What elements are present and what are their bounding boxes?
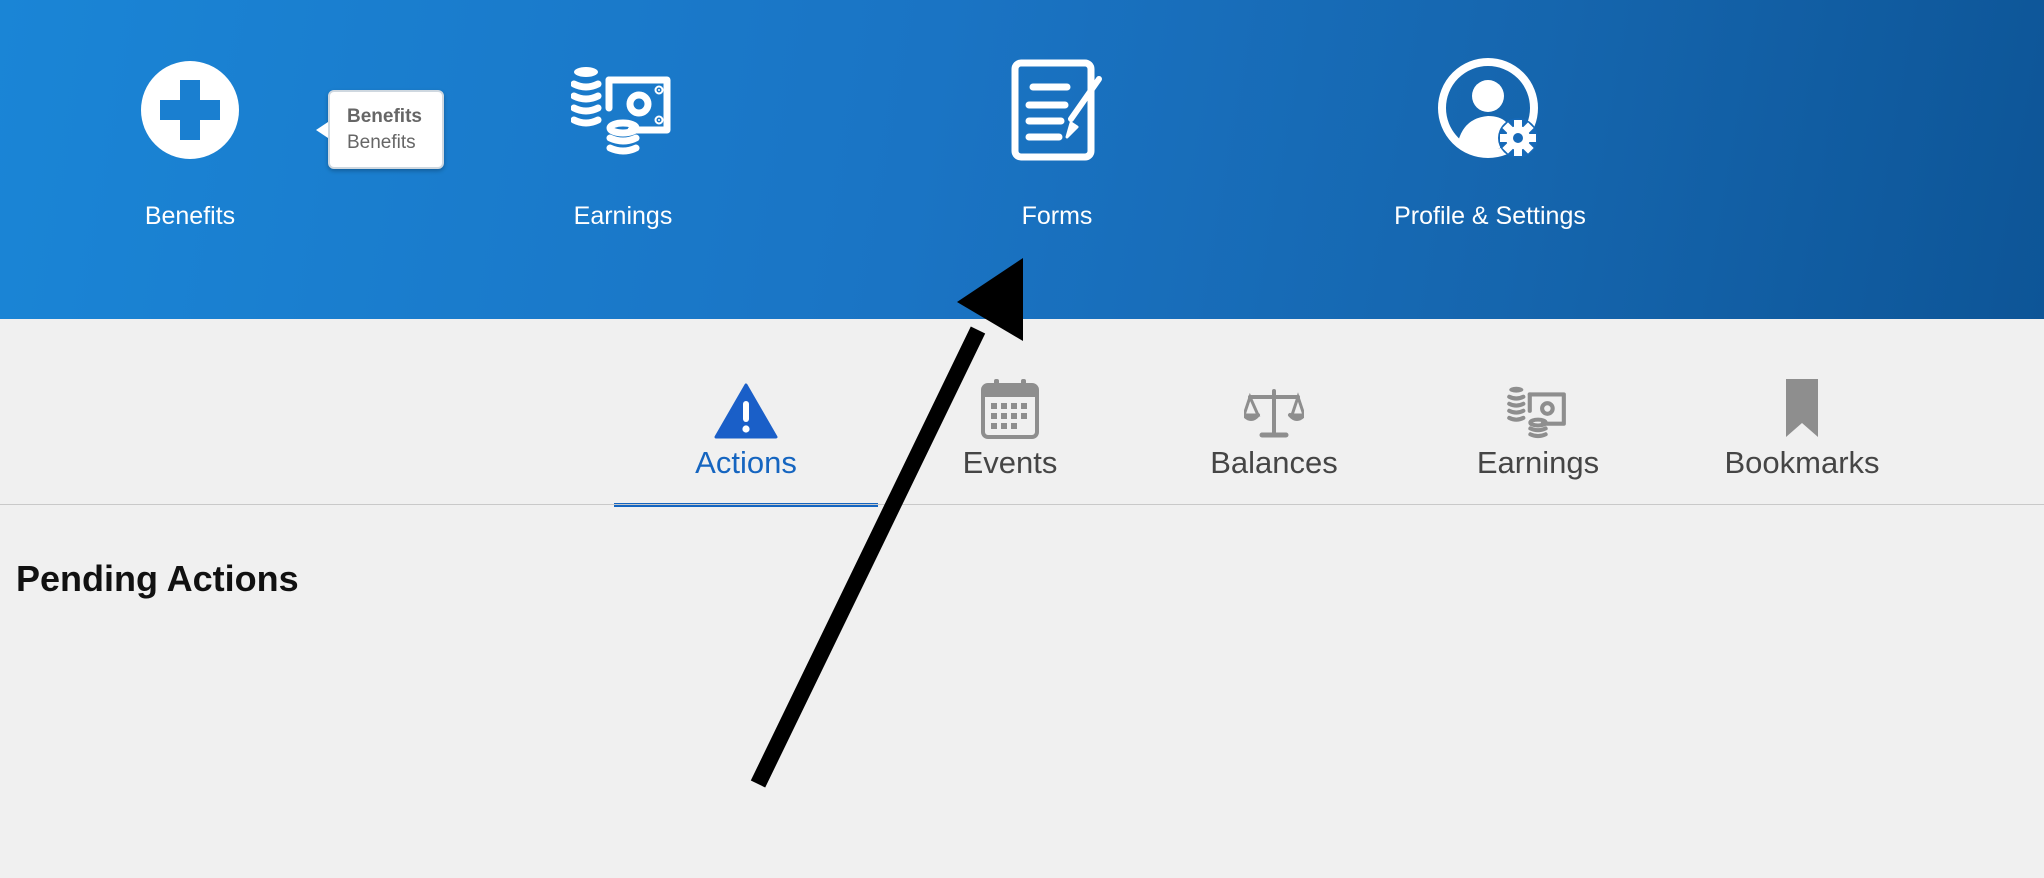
tab-bookmarks-label: Bookmarks [1724, 445, 1880, 480]
user-gear-icon [1435, 55, 1545, 165]
nav-benefits-label: Benefits [144, 202, 236, 230]
form-document-icon [1002, 55, 1112, 165]
scales-icon [1239, 377, 1309, 439]
coins-money-icon [568, 55, 678, 165]
page-title: Pending Actions [16, 558, 299, 599]
tab-events-label: Events [962, 445, 1058, 480]
tab-actions[interactable]: Actions [614, 377, 878, 507]
tooltip-text: Benefits [347, 132, 416, 153]
tabs-divider [0, 504, 2044, 505]
tooltip-title: Benefits [347, 106, 422, 127]
tab-balances[interactable]: Balances [1142, 377, 1406, 505]
tab-earnings-label: Earnings [1476, 445, 1600, 480]
plus-circle-icon [135, 55, 245, 165]
tab-bookmarks[interactable]: Bookmarks [1670, 377, 1934, 505]
bookmark-icon [1767, 377, 1837, 439]
tab-actions-label: Actions [695, 445, 797, 480]
coins-money-icon [1503, 377, 1573, 439]
benefits-tooltip: Benefits Benefits [316, 90, 444, 169]
nav-forms-label: Forms [1021, 202, 1093, 230]
dashboard-tabs: Actions Events Balances Earnings Bookmar… [0, 319, 2044, 507]
nav-earnings-label: Earnings [573, 202, 673, 230]
nav-profile-settings[interactable]: Profile & Settings [1360, 55, 1620, 245]
nav-forms[interactable]: Forms [927, 55, 1187, 245]
nav-profile-settings-label: Profile & Settings [1394, 202, 1586, 230]
calendar-icon [975, 377, 1045, 439]
nav-benefits[interactable]: Benefits [60, 55, 320, 245]
nav-earnings[interactable]: Earnings [493, 55, 753, 245]
tab-balances-label: Balances [1210, 445, 1338, 480]
tab-earnings[interactable]: Earnings [1406, 377, 1670, 505]
warning-icon [711, 377, 781, 439]
top-nav-banner: Benefits Earnings Forms Profile & Settin… [0, 0, 2044, 319]
tab-events[interactable]: Events [878, 377, 1142, 505]
